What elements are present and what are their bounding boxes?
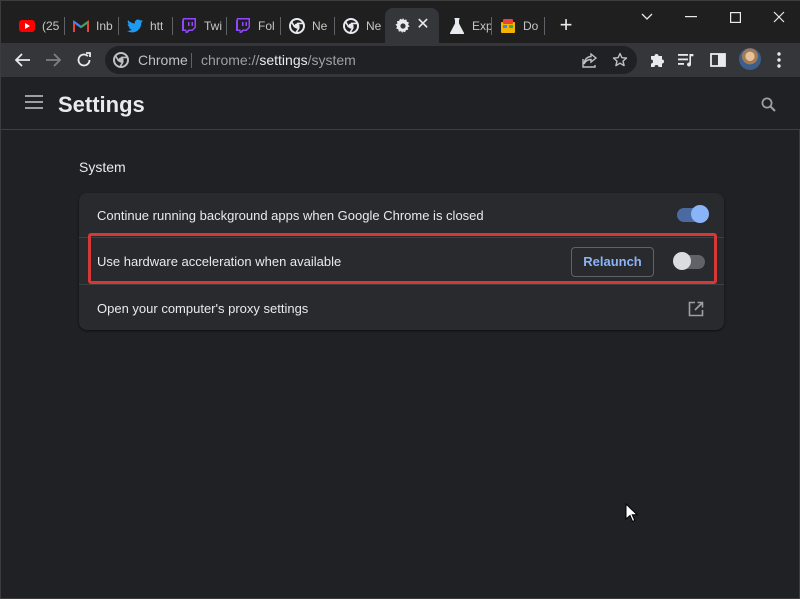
youtube-icon: [19, 18, 35, 34]
tab-new-1[interactable]: Ne: [279, 8, 334, 43]
puzzle-icon: [651, 54, 664, 67]
proxy-settings-label: Open your computer's proxy settings: [97, 301, 309, 316]
chevron-down-icon: [641, 13, 653, 20]
tab-separator: [544, 17, 545, 35]
maximize-icon: [729, 11, 741, 23]
side-panel-icon: [710, 53, 726, 67]
mouse-cursor-icon: [625, 502, 639, 523]
settings-header: Settings: [1, 77, 800, 130]
more-vert-icon: [777, 52, 781, 68]
background-apps-toggle[interactable]: [677, 205, 709, 223]
arrow-left-icon: [15, 53, 30, 67]
share-button[interactable]: [581, 51, 599, 69]
hamburger-menu-icon[interactable]: [25, 95, 43, 111]
playlist-icon: [678, 54, 694, 67]
url-scheme: chrome://: [201, 52, 260, 68]
gear-icon: [395, 17, 411, 34]
tab-doodle[interactable]: Do: [490, 8, 545, 43]
tab-gmail[interactable]: Inb: [63, 8, 118, 43]
tab-youtube[interactable]: (25: [9, 8, 65, 43]
twitter-icon: [127, 18, 143, 34]
reload-button[interactable]: [71, 47, 97, 73]
toggle-knob: [691, 205, 709, 223]
tab-experiments[interactable]: Exp: [439, 8, 491, 43]
reload-icon: [77, 52, 91, 67]
page-title: Settings: [58, 92, 145, 117]
maximize-button[interactable]: [715, 5, 755, 29]
tab-search-button[interactable]: [627, 5, 667, 29]
share-icon: [582, 52, 598, 68]
new-tab-button[interactable]: +: [555, 14, 577, 37]
proxy-settings-row[interactable]: Open your computer's proxy settings: [79, 285, 724, 330]
extensions-button[interactable]: [644, 47, 670, 73]
chrome-icon: [343, 17, 359, 34]
close-icon: [773, 11, 785, 23]
back-button[interactable]: [10, 47, 36, 73]
arrow-right-icon: [46, 53, 61, 67]
external-link-icon[interactable]: [688, 301, 704, 317]
highlight-box: [88, 233, 717, 284]
doodle-icon: [500, 18, 516, 34]
site-info-chip[interactable]: Chrome: [113, 52, 188, 68]
url-path: /system: [307, 52, 356, 68]
forward-button[interactable]: [40, 47, 66, 73]
star-icon: [612, 52, 628, 67]
minimize-icon: [685, 16, 697, 18]
site-info-label: Chrome: [138, 52, 188, 68]
menu-button[interactable]: [766, 47, 792, 73]
close-tab-icon[interactable]: ✕: [415, 17, 431, 33]
bookmark-button[interactable]: [611, 51, 629, 69]
chrome-icon: [113, 52, 129, 68]
gmail-icon: [73, 18, 89, 34]
address-bar[interactable]: Chrome chrome://settings/system: [105, 46, 637, 74]
tab-twitch[interactable]: Twi: [171, 8, 226, 43]
tab-settings[interactable]: ✕: [385, 8, 439, 43]
url-host: settings: [259, 52, 308, 68]
chrome-icon: [289, 17, 305, 34]
tab-twitch-following[interactable]: Fol: [225, 8, 280, 43]
browser-window: (25 Inb htt Twi Fol Ne Ne ✕ Exp Do + Chr…: [0, 0, 800, 599]
media-controls-button[interactable]: [674, 47, 700, 73]
url-text[interactable]: chrome://settings/system: [201, 52, 356, 68]
twitch-icon: [181, 18, 197, 34]
background-apps-label: Continue running background apps when Go…: [97, 208, 484, 223]
address-separator: [191, 53, 192, 68]
flask-icon: [449, 17, 465, 34]
tab-twitter[interactable]: htt: [117, 8, 172, 43]
close-window-button[interactable]: [759, 5, 799, 29]
tab-new-2[interactable]: Ne: [333, 8, 385, 43]
background-apps-row[interactable]: Continue running background apps when Go…: [79, 193, 724, 237]
tab-strip: (25 Inb htt Twi Fol Ne Ne ✕ Exp Do +: [1, 1, 800, 43]
search-icon: [761, 97, 776, 112]
side-panel-button[interactable]: [705, 47, 731, 73]
section-title: System: [79, 159, 126, 175]
search-settings-button[interactable]: [758, 94, 778, 114]
profile-avatar[interactable]: [739, 48, 761, 70]
twitch-icon: [235, 18, 251, 34]
minimize-button[interactable]: [671, 5, 711, 29]
